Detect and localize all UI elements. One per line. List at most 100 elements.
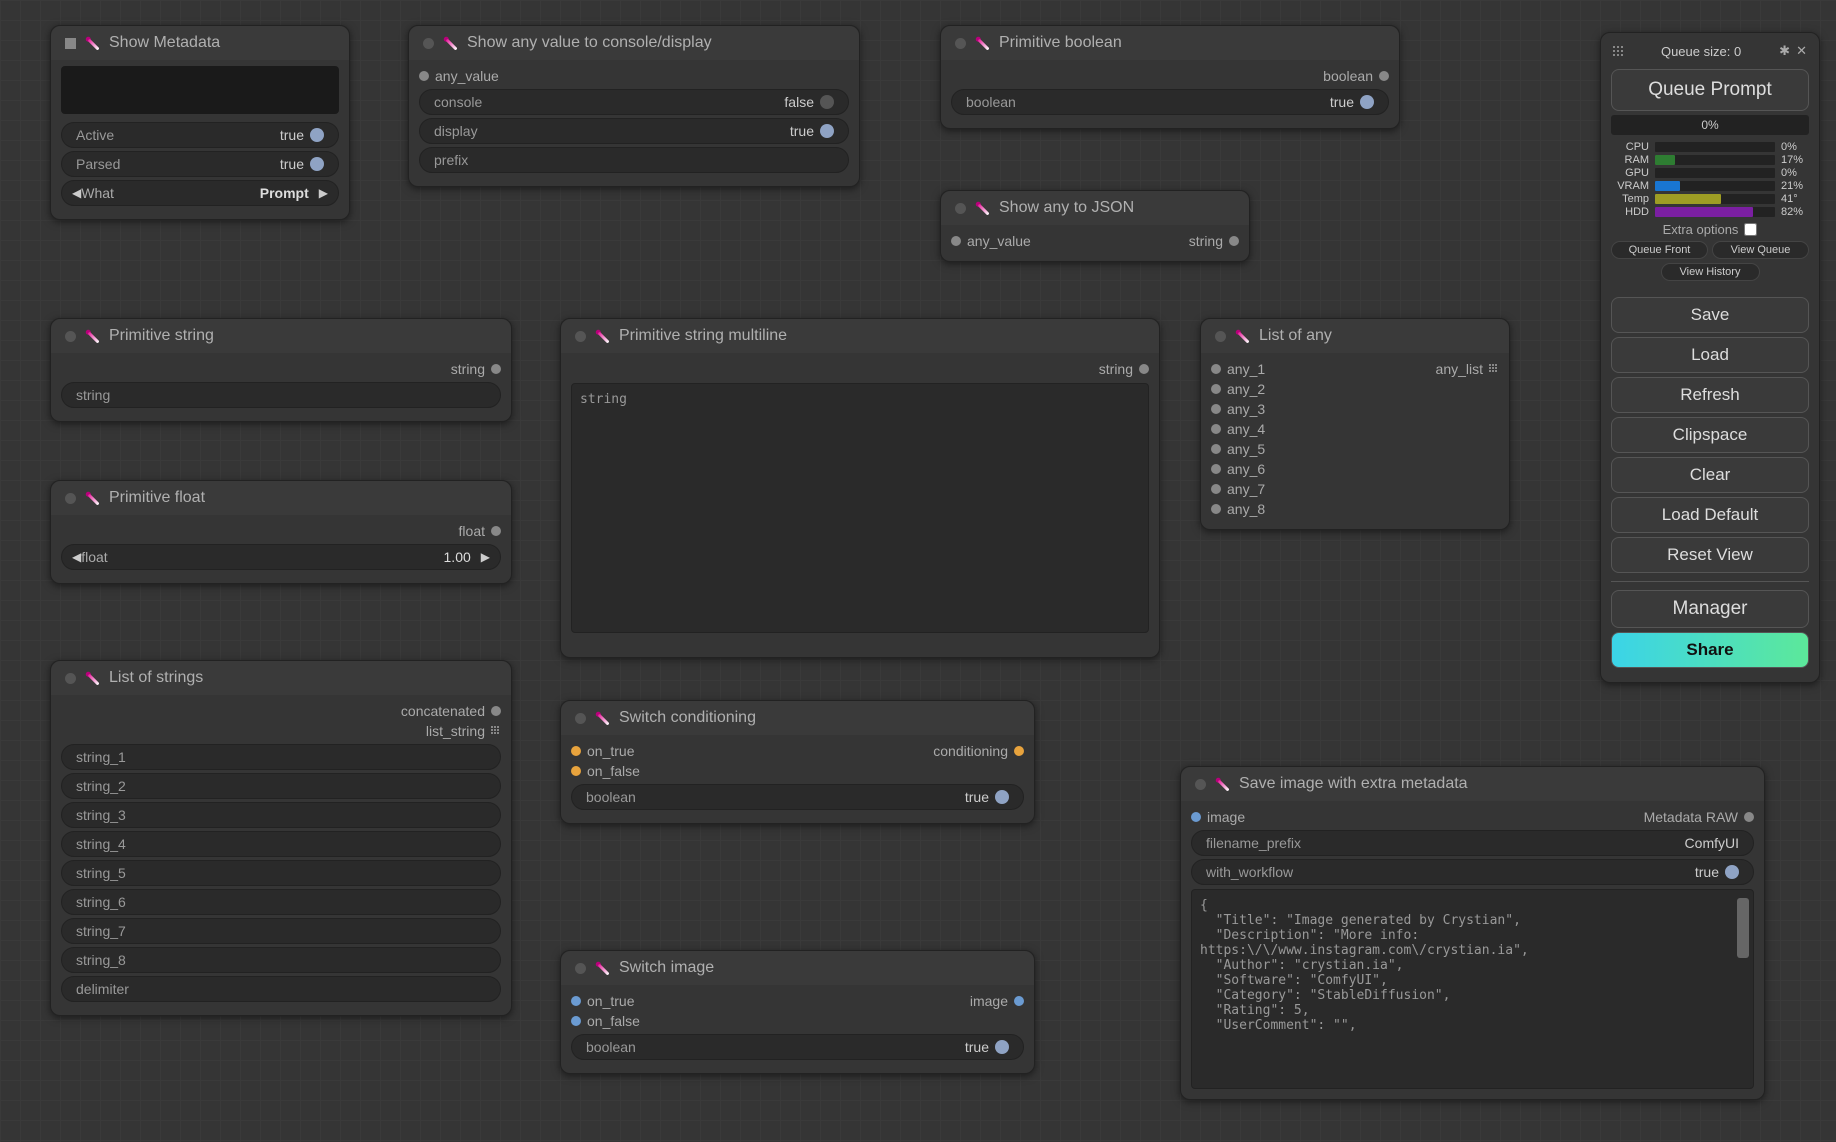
output-port[interactable] xyxy=(491,706,501,716)
reset-view-button[interactable]: Reset View xyxy=(1611,537,1809,573)
widget-string[interactable]: string xyxy=(61,382,501,408)
gear-icon[interactable]: ✱ xyxy=(1779,43,1790,59)
node-show-any-json[interactable]: Show any to JSON any_value string xyxy=(940,190,1250,262)
input-port[interactable] xyxy=(951,236,961,246)
json-textarea[interactable]: { "Title": "Image generated by Crystian"… xyxy=(1191,889,1754,1089)
input-port[interactable] xyxy=(1211,364,1221,374)
collapse-icon[interactable] xyxy=(575,713,586,724)
collapse-icon[interactable] xyxy=(65,331,76,342)
widget-string_7[interactable]: string_7 xyxy=(61,918,501,944)
collapse-icon[interactable] xyxy=(955,38,966,49)
widget-string_4[interactable]: string_4 xyxy=(61,831,501,857)
close-icon[interactable]: ✕ xyxy=(1796,43,1807,59)
output-port[interactable] xyxy=(1139,364,1149,374)
view-history-button[interactable]: View History xyxy=(1661,263,1760,281)
node-header[interactable]: Switch conditioning xyxy=(561,701,1034,735)
node-primitive-float[interactable]: Primitive float float ◀float1.00▶ xyxy=(50,480,512,584)
collapse-icon[interactable] xyxy=(955,203,966,214)
widget-display[interactable]: displaytrue xyxy=(419,118,849,144)
widget-active[interactable]: Activetrue xyxy=(61,122,339,148)
input-port[interactable] xyxy=(1211,404,1221,414)
node-header[interactable]: Primitive string multiline xyxy=(561,319,1159,353)
widget-boolean[interactable]: booleantrue xyxy=(571,784,1024,810)
collapse-icon[interactable] xyxy=(1195,779,1206,790)
output-port[interactable] xyxy=(1014,996,1024,1006)
scrollbar-thumb[interactable] xyxy=(1737,898,1749,958)
arrow-right-icon[interactable]: ▶ xyxy=(319,186,328,200)
collapse-icon[interactable] xyxy=(575,331,586,342)
share-button[interactable]: Share xyxy=(1611,632,1809,668)
clear-button[interactable]: Clear xyxy=(1611,457,1809,493)
input-port[interactable] xyxy=(1211,444,1221,454)
node-header[interactable]: List of strings xyxy=(51,661,511,695)
multiline-textarea[interactable]: string xyxy=(571,383,1149,633)
collapse-icon[interactable] xyxy=(575,963,586,974)
node-header[interactable]: Primitive float xyxy=(51,481,511,515)
widget-delimiter[interactable]: delimiter xyxy=(61,976,501,1002)
node-header[interactable]: Show any value to console/display xyxy=(409,26,859,60)
output-port[interactable] xyxy=(1489,364,1499,374)
output-port[interactable] xyxy=(1379,71,1389,81)
collapse-icon[interactable] xyxy=(423,38,434,49)
widget-string_6[interactable]: string_6 xyxy=(61,889,501,915)
load-button[interactable]: Load xyxy=(1611,337,1809,373)
node-show-any-console[interactable]: Show any value to console/display any_va… xyxy=(408,25,860,187)
input-port[interactable] xyxy=(1211,464,1221,474)
widget-parsed[interactable]: Parsedtrue xyxy=(61,151,339,177)
queue-prompt-button[interactable]: Queue Prompt xyxy=(1611,69,1809,111)
widget-what[interactable]: ◀WhatPrompt▶ xyxy=(61,180,339,206)
collapse-icon[interactable] xyxy=(1215,331,1226,342)
node-primitive-string-multiline[interactable]: Primitive string multiline string string xyxy=(560,318,1160,658)
node-switch-image[interactable]: Switch image on_true image on_false bool… xyxy=(560,950,1035,1074)
view-queue-button[interactable]: View Queue xyxy=(1712,241,1809,259)
widget-string_1[interactable]: string_1 xyxy=(61,744,501,770)
node-primitive-boolean[interactable]: Primitive boolean boolean booleantrue xyxy=(940,25,1400,129)
node-show-metadata[interactable]: Show Metadata Activetrue Parsedtrue ◀Wha… xyxy=(50,25,350,220)
input-port[interactable] xyxy=(1211,424,1221,434)
refresh-button[interactable]: Refresh xyxy=(1611,377,1809,413)
input-port[interactable] xyxy=(571,1016,581,1026)
node-header[interactable]: List of any xyxy=(1201,319,1509,353)
output-port[interactable] xyxy=(1744,812,1754,822)
output-port[interactable] xyxy=(491,726,501,736)
control-panel[interactable]: Queue size: 0 ✱✕ Queue Prompt 0% CPU0%RA… xyxy=(1600,32,1820,683)
node-header[interactable]: Save image with extra metadata xyxy=(1181,767,1764,801)
collapse-icon[interactable] xyxy=(65,38,76,49)
node-list-of-any[interactable]: List of any any_1 any_list any_2any_3any… xyxy=(1200,318,1510,530)
input-port[interactable] xyxy=(1211,504,1221,514)
collapse-icon[interactable] xyxy=(65,493,76,504)
output-port[interactable] xyxy=(491,364,501,374)
widget-prefix[interactable]: prefix xyxy=(419,147,849,173)
input-port[interactable] xyxy=(571,746,581,756)
extra-options[interactable]: Extra options xyxy=(1611,222,1809,237)
node-header[interactable]: Primitive string xyxy=(51,319,511,353)
arrow-left-icon[interactable]: ◀ xyxy=(72,186,81,200)
output-port[interactable] xyxy=(1229,236,1239,246)
node-header[interactable]: Show any to JSON xyxy=(941,191,1249,225)
widget-string_3[interactable]: string_3 xyxy=(61,802,501,828)
save-button[interactable]: Save xyxy=(1611,297,1809,333)
input-port[interactable] xyxy=(571,766,581,776)
widget-string_2[interactable]: string_2 xyxy=(61,773,501,799)
clipspace-button[interactable]: Clipspace xyxy=(1611,417,1809,453)
output-port[interactable] xyxy=(491,526,501,536)
widget-float[interactable]: ◀float1.00▶ xyxy=(61,544,501,570)
node-header[interactable]: Show Metadata xyxy=(51,26,349,60)
widget-boolean[interactable]: booleantrue xyxy=(571,1034,1024,1060)
widget-filename-prefix[interactable]: filename_prefixComfyUI xyxy=(1191,830,1754,856)
node-header[interactable]: Switch image xyxy=(561,951,1034,985)
load-default-button[interactable]: Load Default xyxy=(1611,497,1809,533)
input-port[interactable] xyxy=(419,71,429,81)
node-switch-conditioning[interactable]: Switch conditioning on_true conditioning… xyxy=(560,700,1035,824)
extra-options-checkbox[interactable] xyxy=(1744,223,1757,236)
queue-front-button[interactable]: Queue Front xyxy=(1611,241,1708,259)
arrow-left-icon[interactable]: ◀ xyxy=(72,550,81,564)
widget-boolean[interactable]: booleantrue xyxy=(951,89,1389,115)
collapse-icon[interactable] xyxy=(65,673,76,684)
node-save-image-metadata[interactable]: Save image with extra metadata image Met… xyxy=(1180,766,1765,1100)
widget-with-workflow[interactable]: with_workflowtrue xyxy=(1191,859,1754,885)
widget-string_5[interactable]: string_5 xyxy=(61,860,501,886)
input-port[interactable] xyxy=(1211,484,1221,494)
arrow-right-icon[interactable]: ▶ xyxy=(481,550,490,564)
widget-string_8[interactable]: string_8 xyxy=(61,947,501,973)
